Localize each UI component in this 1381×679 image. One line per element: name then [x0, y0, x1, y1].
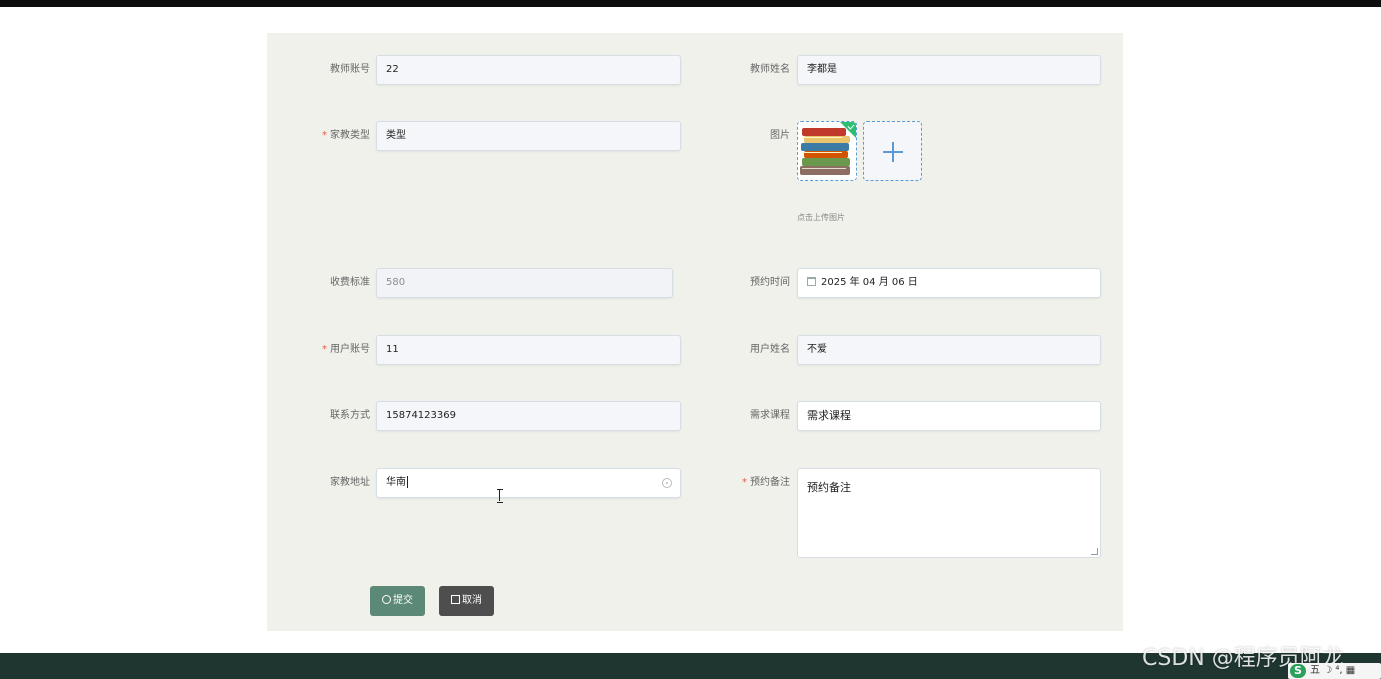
label-address: 家教地址 — [330, 477, 370, 488]
label-teacher-account: 教师账号 — [330, 64, 370, 75]
uploaded-image-thumbnail[interactable] — [797, 121, 857, 181]
contact-input[interactable]: 15874123369 — [376, 401, 681, 431]
label-course: 需求课程 — [750, 410, 790, 421]
address-input[interactable]: 华南 — [376, 468, 681, 498]
label-teacher-name: 教师姓名 — [750, 64, 790, 75]
clear-icon[interactable] — [662, 478, 672, 488]
upload-success-badge — [839, 122, 856, 139]
fee-standard-input[interactable]: 580 — [376, 268, 673, 298]
check-circle-icon — [382, 595, 391, 604]
label-fee-standard: 收费标准 — [330, 277, 370, 288]
user-name-input[interactable]: 不爱 — [797, 335, 1101, 365]
calendar-icon — [807, 277, 816, 286]
teacher-name-input[interactable]: 李都是 — [797, 55, 1101, 85]
upload-add-button[interactable] — [863, 121, 922, 181]
label-booking-time: 预约时间 — [750, 277, 790, 288]
label-remark: * 预约备注 — [742, 477, 790, 488]
ime-logo-icon: S — [1290, 664, 1306, 678]
remark-textarea[interactable]: 预约备注 — [797, 468, 1101, 558]
label-user-name: 用户姓名 — [750, 344, 790, 355]
top-bar — [0, 0, 1381, 7]
user-account-input[interactable]: 11 — [376, 335, 681, 365]
label-image: 图片 — [770, 130, 790, 141]
label-contact: 联系方式 — [330, 410, 370, 421]
ime-toolbar[interactable]: S五 ☽ ⁴, ▦ — [1288, 663, 1381, 679]
teacher-account-input[interactable]: 22 — [376, 55, 681, 85]
close-square-icon — [451, 595, 460, 604]
course-input[interactable]: 需求课程 — [797, 401, 1101, 431]
text-caret — [407, 476, 408, 488]
label-user-account: * 用户账号 — [322, 344, 370, 355]
resize-handle[interactable] — [1091, 548, 1098, 555]
upload-hint: 点击上传图片 — [797, 213, 845, 222]
cancel-button[interactable]: 取消 — [439, 586, 494, 616]
label-tutor-type: * 家教类型 — [322, 130, 370, 141]
mouse-cursor-ibeam — [497, 489, 503, 503]
booking-time-picker[interactable]: 2025 年 04 月 06 日 — [797, 268, 1101, 298]
submit-button[interactable]: 提交 — [370, 586, 425, 616]
tutor-type-input[interactable]: 类型 — [376, 121, 681, 151]
